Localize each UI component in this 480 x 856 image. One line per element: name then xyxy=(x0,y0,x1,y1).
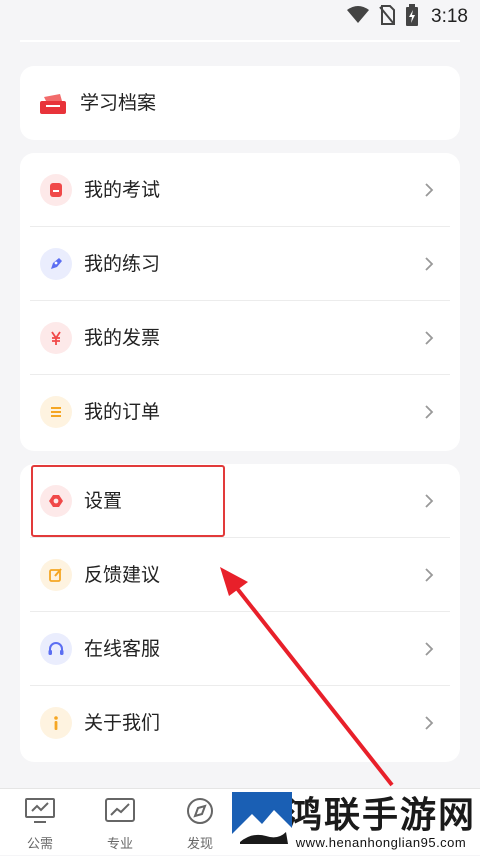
menu-item-my-practice[interactable]: 我的练习 xyxy=(20,227,460,301)
menu-item-label: 我的考试 xyxy=(84,179,161,201)
tab-public[interactable]: 公需 xyxy=(0,789,80,855)
chart-icon xyxy=(104,797,136,829)
menu-item-about-us[interactable]: 关于我们 xyxy=(20,686,460,760)
menu-item-label: 我的发票 xyxy=(84,327,161,349)
chevron-right-icon xyxy=(424,182,434,202)
monitor-icon xyxy=(24,797,56,829)
top-divider xyxy=(20,40,460,42)
menu-item-label: 关于我们 xyxy=(84,712,161,734)
yuan-icon xyxy=(40,322,72,354)
tab-discover[interactable]: 发现 xyxy=(160,789,240,855)
menu-item-online-service[interactable]: 在线客服 xyxy=(20,612,460,686)
watermark: 鸿联手游网 www.henanhonglian95.com xyxy=(232,790,476,854)
watermark-brand: 鸿联手游网 xyxy=(286,793,477,836)
watermark-logo-icon xyxy=(232,792,292,856)
menu-item-label: 在线客服 xyxy=(84,638,161,660)
menu-item-label: 反馈建议 xyxy=(84,564,161,586)
tab-label: 公需 xyxy=(26,837,53,852)
chevron-right-icon xyxy=(424,641,434,661)
no-sim-icon xyxy=(379,5,396,29)
menu-item-my-exam[interactable]: 我的考试 xyxy=(20,153,460,227)
battery-icon xyxy=(405,4,419,30)
compass-icon xyxy=(184,797,216,829)
menu-item-my-invoice[interactable]: 我的发票 xyxy=(20,301,460,375)
watermark-url: www.henanhonglian95.com xyxy=(295,834,467,850)
chevron-right-icon xyxy=(424,404,434,424)
list-icon xyxy=(40,396,72,428)
info-icon xyxy=(40,707,72,739)
menu-item-my-order[interactable]: 我的订单 xyxy=(20,375,460,449)
chevron-right-icon xyxy=(424,493,434,513)
pen-icon xyxy=(40,248,72,280)
tab-professional[interactable]: 专业 xyxy=(80,789,160,855)
headset-icon xyxy=(40,633,72,665)
chevron-right-icon xyxy=(424,567,434,587)
edit-icon xyxy=(40,559,72,591)
tab-label: 专业 xyxy=(106,837,133,852)
status-time: 3:18 xyxy=(431,6,468,27)
chevron-right-icon xyxy=(424,330,434,350)
menu-item-feedback[interactable]: 反馈建议 xyxy=(20,538,460,612)
wifi-icon xyxy=(347,6,370,28)
learning-archive-card[interactable]: 学习档案 xyxy=(20,66,460,140)
tab-label: 发现 xyxy=(186,837,213,852)
status-bar: 3:18 xyxy=(0,0,480,34)
menu-item-label: 我的订单 xyxy=(84,401,161,423)
settings-highlight-box xyxy=(31,465,225,537)
exam-icon xyxy=(40,174,72,206)
chevron-right-icon xyxy=(424,715,434,735)
chevron-right-icon xyxy=(424,256,434,276)
archive-icon xyxy=(38,93,68,119)
menu-item-label: 我的练习 xyxy=(84,253,161,275)
menu-group-1: 我的考试 我的练习 我的发票 我的订单 xyxy=(20,153,460,451)
archive-label: 学习档案 xyxy=(80,92,157,114)
